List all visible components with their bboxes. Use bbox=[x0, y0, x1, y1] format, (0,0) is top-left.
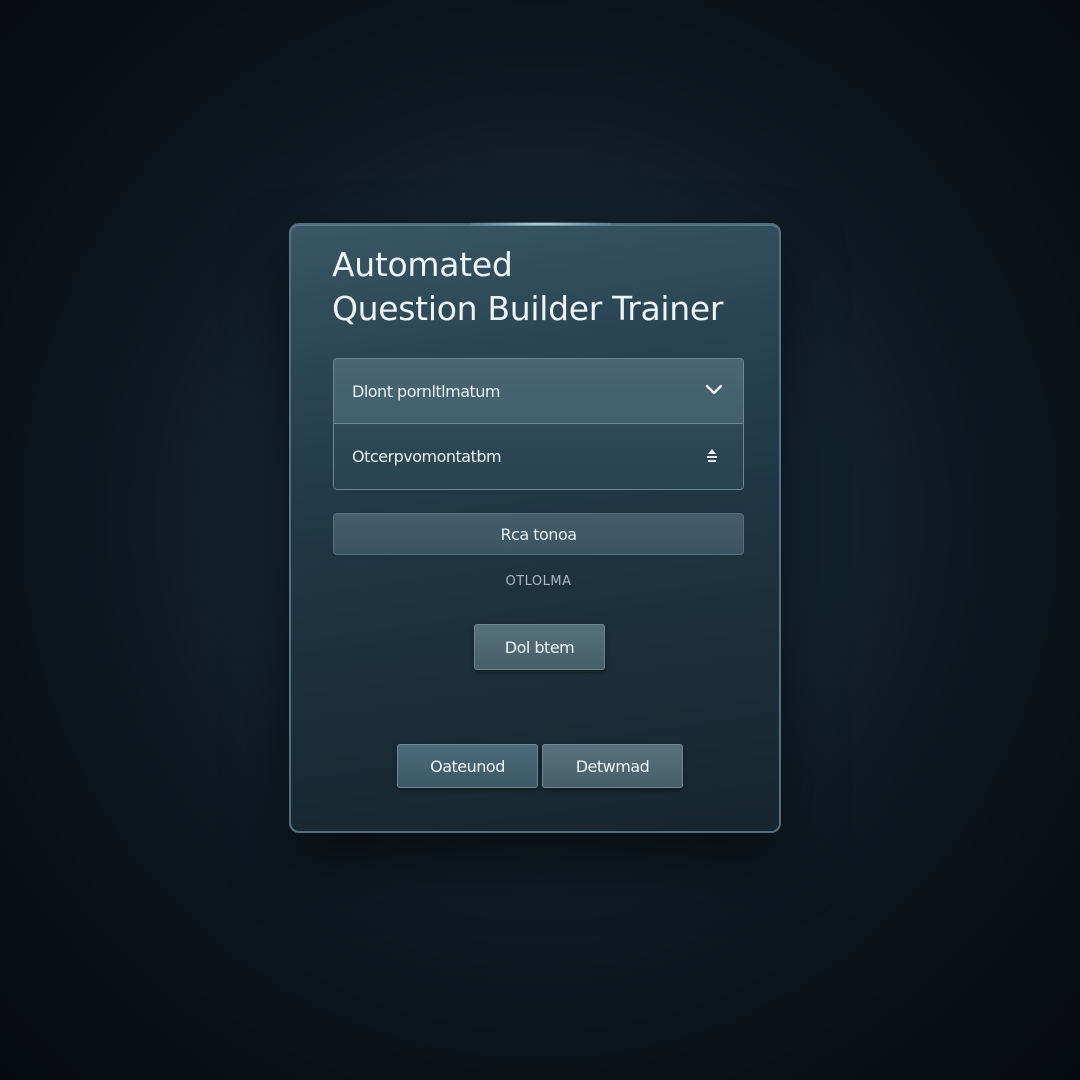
footer-right-button[interactable]: Detwmad bbox=[542, 744, 683, 788]
panel-top-glow bbox=[471, 222, 611, 226]
dialog-title-line2: Question Builder Trainer bbox=[332, 289, 724, 328]
chevron-down-icon bbox=[705, 384, 723, 395]
footer-left-button[interactable]: Oateunod bbox=[397, 744, 538, 788]
secondary-dropdown-label: Otcerpvomontatbm bbox=[352, 447, 502, 466]
select-group: Dlont pornltlmatum Otcerpvomontatbm bbox=[333, 358, 744, 490]
dialog-title-line1: Automated bbox=[332, 245, 513, 284]
secondary-dropdown[interactable]: Otcerpvomontatbm bbox=[334, 424, 743, 489]
primary-dropdown[interactable]: Dlont pornltlmatum bbox=[334, 359, 743, 424]
primary-dropdown-label: Dlont pornltlmatum bbox=[352, 381, 501, 401]
dialog-panel: Automated Question Builder Trainer Dlont… bbox=[289, 222, 781, 833]
status-text: OTLOLMA bbox=[505, 574, 572, 589]
wide-action-button[interactable]: Rca tonoa bbox=[333, 513, 744, 555]
up-down-stepper-icon bbox=[707, 449, 717, 462]
dialog-title: Automated Question Builder Trainer bbox=[332, 243, 752, 331]
center-button[interactable]: Dol btem bbox=[474, 624, 605, 670]
